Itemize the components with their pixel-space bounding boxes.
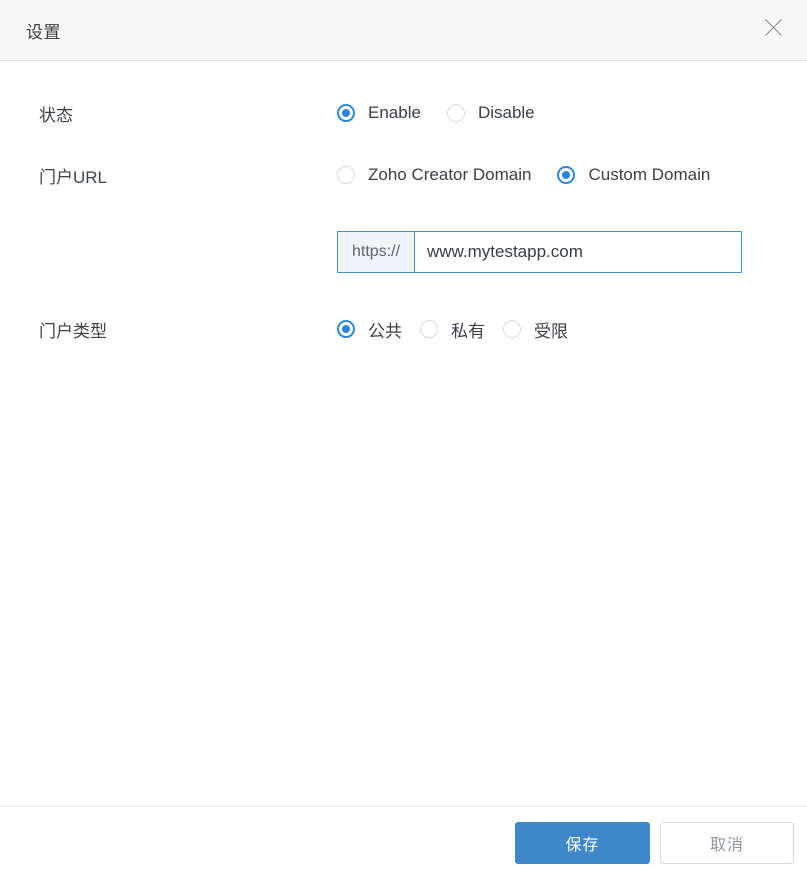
- close-button[interactable]: [759, 13, 787, 41]
- radio-label-private: 私有: [451, 321, 485, 341]
- radio-label-public: 公共: [368, 321, 402, 341]
- radio-label-enable: Enable: [368, 103, 421, 122]
- status-field-label: 状态: [39, 105, 73, 125]
- radio-icon: [337, 104, 355, 122]
- status-radio-group: Enable Disable: [337, 103, 535, 123]
- url-protocol-prefix: https://: [338, 232, 415, 272]
- close-icon: [764, 18, 782, 36]
- radio-option-enable[interactable]: Enable: [337, 103, 421, 123]
- radio-option-restricted[interactable]: 受限: [503, 317, 568, 342]
- dialog-footer: 保存 取消: [0, 806, 807, 870]
- radio-icon: [337, 166, 355, 184]
- radio-icon: [503, 320, 521, 338]
- portal-type-field-label: 门户类型: [39, 321, 107, 341]
- field-row-portal-type: 门户类型 公共 私有 受限: [39, 316, 807, 342]
- field-row-portal-url: 门户URL Zoho Creator Domain Custom Domain: [39, 162, 807, 188]
- custom-domain-input[interactable]: [415, 232, 741, 272]
- cancel-button[interactable]: 取消: [660, 822, 794, 864]
- radio-option-private[interactable]: 私有: [420, 317, 485, 342]
- radio-label-restricted: 受限: [534, 321, 568, 341]
- save-button[interactable]: 保存: [515, 822, 650, 864]
- settings-dialog: 设置 状态 Enable Disable 门户URL Zoho Creator …: [0, 0, 807, 870]
- radio-icon: [337, 320, 355, 338]
- radio-option-disable[interactable]: Disable: [446, 103, 535, 123]
- dialog-title: 设置: [26, 22, 61, 42]
- radio-label-custom-domain: Custom Domain: [588, 165, 711, 184]
- radio-option-zoho-creator-domain[interactable]: Zoho Creator Domain: [337, 165, 531, 185]
- portal-url-radio-group: Zoho Creator Domain Custom Domain: [337, 165, 710, 185]
- radio-icon: [420, 320, 438, 338]
- field-row-status: 状态 Enable Disable: [39, 100, 807, 126]
- dialog-header: 设置: [0, 0, 807, 61]
- portal-url-field-label: 门户URL: [39, 167, 108, 187]
- radio-icon: [446, 104, 465, 122]
- custom-domain-input-group: https://: [337, 231, 742, 273]
- radio-label-zoho-creator-domain: Zoho Creator Domain: [368, 165, 532, 184]
- radio-option-public[interactable]: 公共: [337, 317, 402, 342]
- radio-label-disable: Disable: [477, 103, 535, 122]
- radio-icon: [557, 166, 576, 184]
- portal-type-radio-group: 公共 私有 受限: [337, 317, 586, 342]
- radio-option-custom-domain[interactable]: Custom Domain: [557, 165, 710, 185]
